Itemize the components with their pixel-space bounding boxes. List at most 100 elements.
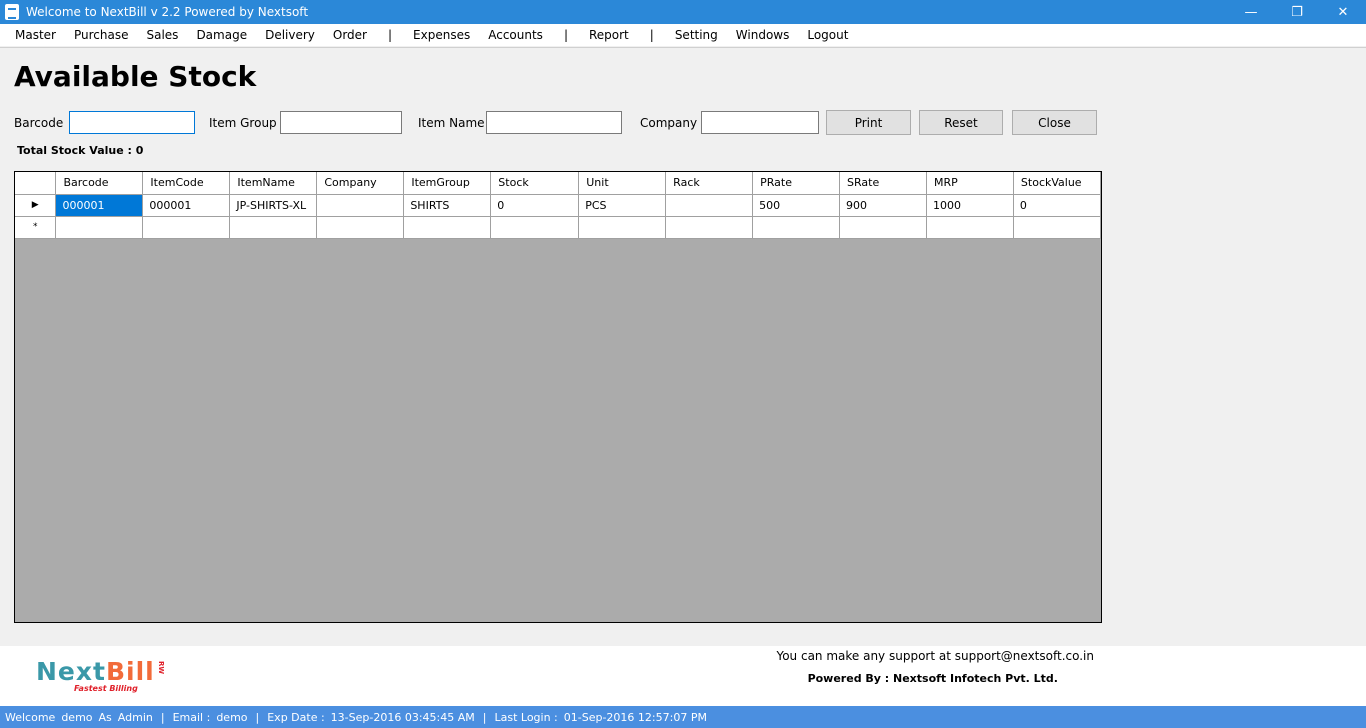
- table-cell[interactable]: 0: [1013, 194, 1101, 217]
- barcode-input[interactable]: [69, 111, 195, 134]
- column-header-prate[interactable]: PRate: [752, 172, 841, 195]
- status-bar: Welcome demo As Admin | Email : demo | E…: [0, 706, 1366, 728]
- print-button[interactable]: Print: [826, 110, 911, 135]
- menu-expenses[interactable]: Expenses: [404, 28, 479, 42]
- table-cell[interactable]: [403, 216, 492, 239]
- page-title: Available Stock: [14, 60, 257, 93]
- nextbill-logo: NextBill Fastest Billing RW: [36, 658, 186, 698]
- stock-table: Barcode ItemCode ItemName Company ItemGr…: [15, 172, 1101, 239]
- grid-corner-header[interactable]: [15, 172, 57, 195]
- menu-logout[interactable]: Logout: [798, 28, 857, 42]
- status-user: demo: [61, 710, 93, 724]
- close-button[interactable]: Close: [1012, 110, 1097, 135]
- status-email-value: demo: [216, 710, 248, 724]
- menu-separator: |: [388, 27, 393, 42]
- item-name-label: Item Name: [418, 116, 485, 130]
- menu-separator: |: [649, 27, 654, 42]
- table-cell[interactable]: JP-SHIRTS-XL: [229, 194, 318, 217]
- table-cell[interactable]: 500: [752, 194, 841, 217]
- table-cell[interactable]: [1013, 216, 1101, 239]
- item-name-input[interactable]: [486, 111, 622, 134]
- reset-button[interactable]: Reset: [919, 110, 1003, 135]
- window-title: Welcome to NextBill v 2.2 Powered by Nex…: [26, 5, 309, 19]
- table-row[interactable]: ▶ 000001 000001 JP-SHIRTS-XL SHIRTS 0 PC…: [15, 194, 1101, 217]
- menu-order[interactable]: Order: [324, 28, 376, 42]
- column-header-unit[interactable]: Unit: [578, 172, 667, 195]
- table-cell[interactable]: 900: [839, 194, 927, 217]
- table-cell[interactable]: 000001: [142, 194, 231, 217]
- menu-delivery[interactable]: Delivery: [256, 28, 324, 42]
- menu-report[interactable]: Report: [580, 28, 638, 42]
- new-row-indicator-icon[interactable]: *: [15, 216, 57, 239]
- barcode-label: Barcode: [14, 116, 64, 130]
- menu-purchase[interactable]: Purchase: [65, 28, 138, 42]
- window-controls: — ❐ ✕: [1228, 0, 1366, 24]
- table-cell[interactable]: SHIRTS: [403, 194, 492, 217]
- menu-bar: Master Purchase Sales Damage Delivery Or…: [0, 24, 1366, 46]
- menu-damage[interactable]: Damage: [187, 28, 256, 42]
- table-cell[interactable]: [490, 216, 580, 239]
- table-cell[interactable]: PCS: [578, 194, 667, 217]
- menu-master[interactable]: Master: [6, 28, 65, 42]
- menu-windows[interactable]: Windows: [727, 28, 799, 42]
- table-cell[interactable]: 1000: [926, 194, 1014, 217]
- total-stock-value: Total Stock Value : 0: [17, 144, 144, 157]
- table-cell[interactable]: [926, 216, 1014, 239]
- table-cell[interactable]: 0: [490, 194, 580, 217]
- table-cell[interactable]: [665, 194, 754, 217]
- restore-button[interactable]: ❐: [1274, 0, 1320, 24]
- grid-header-row: Barcode ItemCode ItemName Company ItemGr…: [15, 172, 1101, 195]
- item-group-input[interactable]: [280, 111, 402, 134]
- column-header-srate[interactable]: SRate: [839, 172, 927, 195]
- menu-setting[interactable]: Setting: [666, 28, 727, 42]
- close-window-button[interactable]: ✕: [1320, 0, 1366, 24]
- company-label: Company: [640, 116, 698, 130]
- column-header-stock[interactable]: Stock: [490, 172, 580, 195]
- column-header-rack[interactable]: Rack: [665, 172, 754, 195]
- table-cell[interactable]: [316, 216, 405, 239]
- item-group-label: Item Group: [209, 116, 277, 130]
- table-cell[interactable]: [839, 216, 927, 239]
- status-welcome: Welcome: [5, 710, 56, 724]
- table-cell[interactable]: [55, 216, 144, 239]
- stock-grid[interactable]: Barcode ItemCode ItemName Company ItemGr…: [14, 171, 1102, 623]
- title-bar[interactable]: Welcome to NextBill v 2.2 Powered by Nex…: [0, 0, 1366, 24]
- table-cell[interactable]: 000001: [55, 194, 144, 217]
- menu-accounts[interactable]: Accounts: [479, 28, 552, 42]
- company-input[interactable]: [701, 111, 819, 134]
- table-cell[interactable]: [665, 216, 754, 239]
- table-cell[interactable]: [578, 216, 667, 239]
- status-separator: |: [482, 710, 487, 724]
- menu-sales[interactable]: Sales: [137, 28, 187, 42]
- status-separator: |: [255, 710, 260, 724]
- logo-part-next: Next: [36, 657, 106, 686]
- status-exp-value: 13-Sep-2016 03:45:45 AM: [330, 710, 475, 724]
- column-header-stockvalue[interactable]: StockValue: [1013, 172, 1101, 195]
- table-cell[interactable]: [229, 216, 318, 239]
- column-header-itemname[interactable]: ItemName: [229, 172, 318, 195]
- minimize-button[interactable]: —: [1228, 0, 1274, 24]
- status-last-login-label: Last Login :: [494, 710, 558, 724]
- new-row[interactable]: *: [15, 216, 1101, 239]
- table-cell[interactable]: [142, 216, 231, 239]
- column-header-itemcode[interactable]: ItemCode: [142, 172, 231, 195]
- column-header-barcode[interactable]: Barcode: [55, 172, 144, 195]
- column-header-mrp[interactable]: MRP: [926, 172, 1014, 195]
- powered-by-text: Powered By : Nextsoft Infotech Pvt. Ltd.: [807, 672, 1058, 685]
- logo-badge: RW: [157, 661, 165, 675]
- status-as: As: [98, 710, 112, 724]
- status-separator: |: [160, 710, 165, 724]
- support-text: You can make any support at support@next…: [776, 649, 1094, 663]
- current-row-indicator-icon[interactable]: ▶: [15, 194, 57, 217]
- logo-tagline: Fastest Billing: [74, 684, 138, 693]
- status-last-login-value: 01-Sep-2016 12:57:07 PM: [563, 710, 707, 724]
- status-exp-label: Exp Date :: [267, 710, 325, 724]
- status-role: Admin: [117, 710, 153, 724]
- table-cell[interactable]: [316, 194, 405, 217]
- column-header-itemgroup[interactable]: ItemGroup: [403, 172, 492, 195]
- menu-separator: |: [563, 27, 568, 42]
- column-header-company[interactable]: Company: [316, 172, 405, 195]
- status-email-label: Email :: [172, 710, 211, 724]
- table-cell[interactable]: [752, 216, 841, 239]
- main-panel: Available Stock Barcode Item Group Item …: [0, 47, 1366, 645]
